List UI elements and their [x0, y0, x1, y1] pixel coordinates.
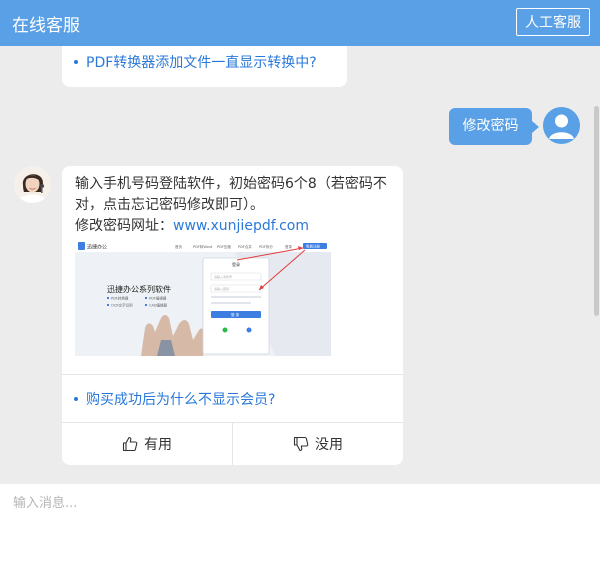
chat-area[interactable]: PDF转换器添加文件一直显示转换中? 修改密码 输入手机号码登陆软件，初始密码6…: [0, 46, 600, 484]
bullet-dot: [74, 60, 78, 64]
screenshot-login-button: 登 录: [231, 312, 240, 317]
screenshot-register: 免费注册: [306, 244, 320, 249]
screenshot-hero-title: 迅捷办公系列软件: [107, 284, 171, 294]
website-screenshot-image[interactable]: 迅捷办公 首页 PDF转Word PDF压缩 PDF合并 PDF拆分 登录 免费…: [75, 240, 331, 356]
chat-scrollbar[interactable]: [594, 106, 599, 316]
answer-url-prefix: 修改密码网址：: [75, 218, 173, 234]
faq-link-label: 购买成功后为什么不显示会员?: [86, 392, 276, 408]
previous-answer-card: PDF转换器添加文件一直显示转换中?: [62, 46, 347, 87]
screenshot-phone-field: 请输入手机号: [214, 274, 232, 279]
agent-portrait-icon: [14, 166, 51, 203]
answer-line: 输入手机号码登陆软件，初始密码6个8（若密码不对，点击忘记密码修改即可）。: [75, 176, 387, 213]
screenshot-nav-item: 首页: [175, 244, 182, 249]
useless-label: 没用: [315, 437, 343, 453]
human-service-button[interactable]: 人工客服: [516, 8, 590, 36]
answer-url-link[interactable]: www.xunjiepdf.com: [173, 218, 309, 234]
user-avatar: [543, 107, 580, 144]
divider: [62, 374, 403, 375]
thumbs-down-icon: [293, 436, 309, 452]
screenshot-nav-item: 登录: [285, 244, 293, 249]
screenshot-nav-item: PDF合并: [238, 244, 252, 249]
answer-text: 输入手机号码登陆软件，初始密码6个8（若密码不对，点击忘记密码修改即可）。 修改…: [75, 174, 393, 237]
useful-button[interactable]: 有用: [62, 423, 232, 465]
screenshot-brand: 迅捷办公: [87, 244, 107, 251]
screenshot-hero-item: PDF转换器: [111, 296, 129, 301]
user-silhouette-icon: [549, 114, 574, 139]
screenshot-hero-item: CAD编辑器: [149, 303, 168, 308]
useless-button[interactable]: 没用: [233, 423, 403, 465]
thumbs-up-icon: [122, 436, 138, 452]
faq-link-pdf-converter[interactable]: PDF转换器添加文件一直显示转换中?: [62, 52, 317, 72]
message-input[interactable]: [0, 484, 600, 572]
agent-answer-card: 输入手机号码登陆软件，初始密码6个8（若密码不对，点击忘记密码修改即可）。 修改…: [62, 166, 403, 465]
screenshot-hero-item: OCR文字识别: [111, 303, 133, 308]
faq-link-label: PDF转换器添加文件一直显示转换中?: [86, 55, 317, 71]
user-message-bubble: 修改密码: [449, 108, 539, 145]
screenshot-nav-item: PDF转Word: [193, 244, 212, 249]
screenshot-nav-item: PDF拆分: [259, 244, 273, 249]
screenshot-dialog-title: 登录: [232, 261, 240, 267]
agent-avatar: [14, 166, 51, 203]
website-screenshot-graphic: 迅捷办公 首页 PDF转Word PDF压缩 PDF合并 PDF拆分 登录 免费…: [75, 240, 331, 356]
bullet-dot: [74, 397, 78, 401]
message-input-area: [0, 484, 600, 572]
header: 在线客服 人工客服: [0, 0, 600, 46]
page-title: 在线客服: [12, 15, 80, 36]
screenshot-password-field: 请输入密码: [214, 286, 229, 291]
useful-label: 有用: [144, 437, 172, 453]
faq-link-membership[interactable]: 购买成功后为什么不显示会员?: [62, 389, 275, 409]
screenshot-nav-item: PDF压缩: [217, 244, 231, 249]
screenshot-hero-item: PDF编辑器: [149, 296, 167, 301]
